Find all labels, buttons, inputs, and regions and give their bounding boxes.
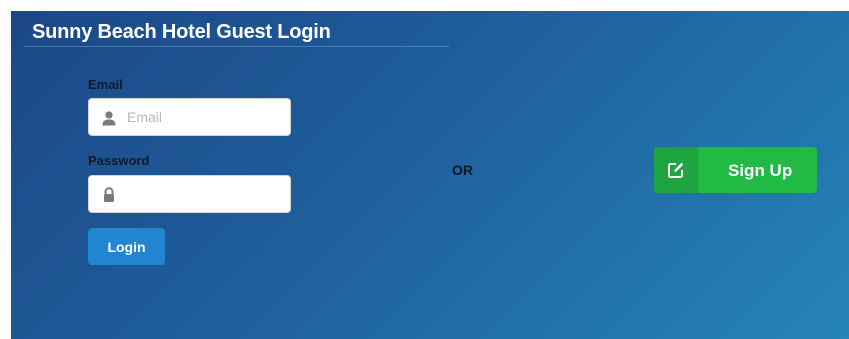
sign-up-button[interactable]: Sign Up — [654, 147, 817, 193]
sign-up-icon-box — [654, 147, 699, 193]
sign-up-label: Sign Up — [728, 161, 793, 180]
title-divider — [24, 46, 449, 47]
password-field-wrapper — [88, 175, 291, 213]
edit-icon — [668, 162, 684, 178]
email-label: Email — [88, 77, 123, 92]
email-field-wrapper — [88, 98, 291, 136]
user-icon — [102, 111, 116, 126]
login-button[interactable]: Login — [88, 228, 165, 265]
password-input[interactable] — [127, 176, 285, 212]
lock-icon — [104, 187, 114, 202]
page-title: Sunny Beach Hotel Guest Login — [32, 21, 331, 43]
login-panel: Sunny Beach Hotel Guest Login Email Pass… — [11, 11, 849, 339]
password-label: Password — [88, 153, 150, 168]
email-input[interactable] — [127, 99, 285, 135]
or-separator: OR — [452, 162, 473, 178]
